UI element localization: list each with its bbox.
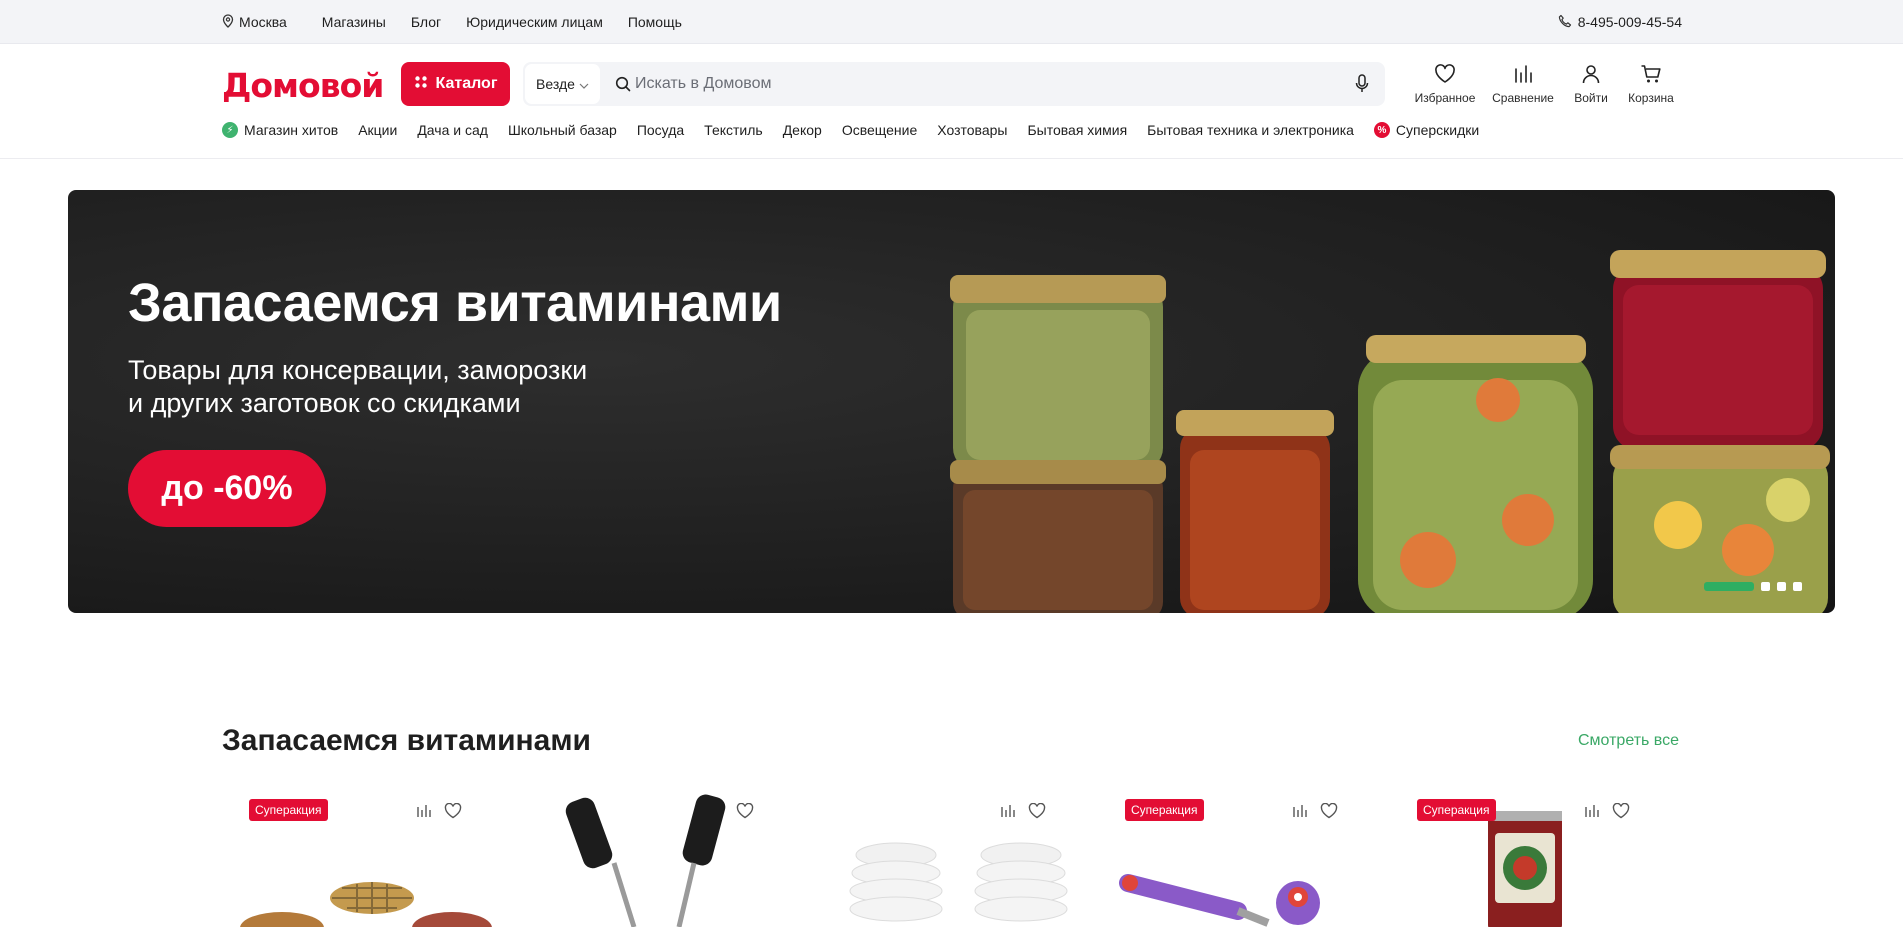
catalog-label: Каталог <box>435 75 498 92</box>
nav-item-dishes[interactable]: Посуда <box>637 122 684 138</box>
product-card[interactable] <box>806 793 1076 927</box>
heart-icon[interactable] <box>1320 802 1338 824</box>
location-pin-icon <box>222 13 234 31</box>
top-bar: Москва Магазины Блог Юридическим лицам П… <box>0 0 1903 44</box>
favorites-label: Избранное <box>1414 91 1476 105</box>
banner-title: Запасаемся витаминами <box>128 273 782 333</box>
banner-pager <box>1704 582 1802 591</box>
search-scope-dropdown[interactable]: Везде <box>525 64 600 104</box>
search-bar: Везде <box>523 62 1385 106</box>
login-button[interactable]: Войти <box>1564 64 1618 105</box>
category-nav: ⚡ Магазин хитов Акции Дача и сад Школьны… <box>222 122 1499 138</box>
banner-subtitle-line: и других заготовок со скидками <box>128 388 521 418</box>
link-help[interactable]: Помощь <box>628 14 682 30</box>
percent-icon: % <box>1373 122 1390 138</box>
heart-icon <box>1434 64 1456 87</box>
heart-icon[interactable] <box>736 802 754 824</box>
search-input[interactable] <box>635 62 1315 106</box>
promo-badge: Суперакция <box>249 799 328 821</box>
search-scope-label: Везде <box>536 76 575 92</box>
nav-item-decor[interactable]: Декор <box>783 122 822 138</box>
nav-item-hits[interactable]: ⚡ Магазин хитов <box>222 122 338 138</box>
bar-chart-icon <box>1513 64 1533 87</box>
nav-item-lighting[interactable]: Освещение <box>842 122 917 138</box>
product-card[interactable]: Суперакция <box>222 793 492 927</box>
lightning-icon: ⚡ <box>222 122 238 138</box>
user-icon <box>1581 64 1601 87</box>
cart-icon <box>1640 64 1662 87</box>
header: Домовой Каталог Везде Избранное <box>0 44 1903 159</box>
catalog-button[interactable]: Каталог <box>401 62 510 106</box>
phone-number: 8-495-009-45-54 <box>1577 14 1682 30</box>
nav-item-promo[interactable]: Акции <box>358 122 397 138</box>
compare-button[interactable]: Сравнение <box>1482 64 1564 105</box>
nav-item-textile[interactable]: Текстиль <box>704 122 763 138</box>
see-all-link[interactable]: Смотреть все <box>1578 732 1679 750</box>
microphone-icon[interactable] <box>1355 74 1369 99</box>
banner-subtitle: Товары для консервации, заморозки и друг… <box>128 354 587 420</box>
heart-icon[interactable] <box>444 802 462 824</box>
compare-icon[interactable] <box>416 803 432 824</box>
nav-label: Магазин хитов <box>244 122 339 138</box>
nav-label: Суперскидки <box>1395 122 1480 138</box>
link-blog[interactable]: Блог <box>411 14 441 30</box>
product-card[interactable]: Суперакция <box>1098 793 1368 927</box>
pager-dot[interactable] <box>1761 582 1770 591</box>
grid-icon <box>414 75 428 94</box>
pager-dot-active[interactable] <box>1704 582 1754 591</box>
heart-icon[interactable] <box>1028 802 1046 824</box>
phone-icon <box>1558 14 1572 31</box>
compare-icon[interactable] <box>1584 803 1600 824</box>
banner-subtitle-line: Товары для консервации, заморозки <box>128 355 588 385</box>
nav-item-school[interactable]: Школьный базар <box>508 122 617 138</box>
promo-badge: Суперакция <box>1125 799 1204 821</box>
favorites-button[interactable]: Избранное <box>1408 64 1482 105</box>
promo-badge[interactable]: до -60% <box>128 450 326 527</box>
section-title: Запасаемся витаминами <box>222 724 591 757</box>
product-card[interactable]: Суперакция <box>1390 793 1660 927</box>
promo-badge: Суперакция <box>1417 799 1496 821</box>
pager-dot[interactable] <box>1793 582 1802 591</box>
heart-icon[interactable] <box>1612 802 1630 824</box>
compare-label: Сравнение <box>1492 91 1554 105</box>
link-legal[interactable]: Юридическим лицам <box>466 14 603 30</box>
city-label: Москва <box>239 14 287 30</box>
hero-banner[interactable]: Запасаемся витаминами Товары для консерв… <box>68 190 1835 613</box>
city-selector[interactable]: Москва <box>222 13 287 31</box>
product-card[interactable] <box>514 793 784 927</box>
compare-icon[interactable] <box>1292 803 1308 824</box>
login-label: Войти <box>1574 91 1608 105</box>
compare-icon[interactable] <box>1000 803 1016 824</box>
link-stores[interactable]: Магазины <box>322 14 386 30</box>
nav-item-electronics[interactable]: Бытовая техника и электроника <box>1147 122 1354 138</box>
nav-item-superdiscounts[interactable]: % Суперскидки <box>1373 122 1480 138</box>
cart-label: Корзина <box>1628 91 1674 105</box>
jars-image <box>950 250 1830 613</box>
chevron-down-icon <box>579 76 589 92</box>
nav-item-chemicals[interactable]: Бытовая химия <box>1027 122 1127 138</box>
nav-item-garden[interactable]: Дача и сад <box>417 122 488 138</box>
phone-link[interactable]: 8-495-009-45-54 <box>1558 14 1682 31</box>
nav-item-household[interactable]: Хозтовары <box>937 122 1007 138</box>
cart-button[interactable]: Корзина <box>1618 64 1684 105</box>
search-icon <box>615 76 631 97</box>
logo[interactable]: Домовой <box>222 66 384 106</box>
pager-dot[interactable] <box>1777 582 1786 591</box>
